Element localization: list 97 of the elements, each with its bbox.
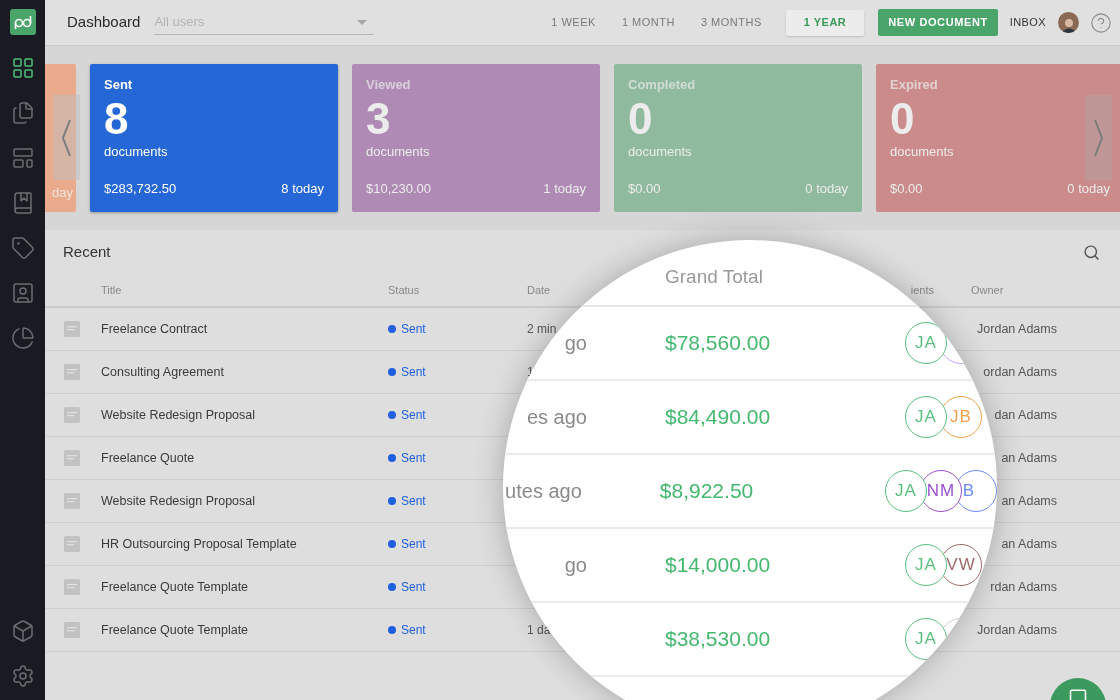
status-label: Sent (401, 321, 426, 338)
date-cell-text: es ago (526, 405, 587, 430)
grand-total-cell-text: $78,560.00 (665, 330, 772, 357)
search-icon[interactable] (1083, 244, 1100, 261)
owner-cell-text: ordan Adams (983, 363, 1057, 381)
next-arrow-button[interactable] (1085, 95, 1112, 180)
column-header: Owner (971, 283, 1005, 299)
card-amount: $0.00 (890, 179, 923, 198)
user-avatar[interactable] (1058, 12, 1079, 33)
owner-cell-text: an Adams (1001, 492, 1057, 510)
document-icon (64, 622, 80, 638)
document-title[interactable]: Freelance Contract (101, 319, 388, 339)
column-header: Title (101, 283, 123, 299)
document-icon (64, 579, 80, 595)
card-count: 0 (890, 96, 915, 141)
status-card[interactable]: Sent 8 documents $283,732.50 8 today (90, 64, 338, 212)
document-title[interactable]: Website Redesign Proposal (101, 491, 388, 511)
column-header: Status (388, 283, 421, 299)
card-today-count: day (52, 183, 73, 202)
card-unit: documents (104, 142, 168, 161)
status-label: Sent (401, 364, 426, 381)
document-icon (64, 321, 80, 337)
card-today-count: 1 today (543, 179, 586, 198)
document-title[interactable]: Consulting Agreement (101, 362, 388, 382)
grand-total-cell-text: $84,490.00 (665, 404, 772, 431)
status-label: Sent (401, 493, 426, 510)
dropdown-caret-icon (357, 19, 368, 25)
card-today-count: 0 today (1067, 179, 1110, 198)
help-icon[interactable] (1090, 11, 1112, 34)
previous-arrow-button[interactable] (53, 95, 80, 180)
document-title[interactable]: Freelance Quote (101, 448, 388, 468)
document-icon (64, 536, 80, 552)
grand-total-cell-text: $38,530.00 (665, 626, 772, 653)
document-title[interactable]: HR Outsourcing Proposal Template (101, 534, 388, 554)
card-count: 8 (104, 96, 129, 141)
column-header: Grand Total (665, 264, 763, 289)
recipient-initials: JA (915, 332, 937, 355)
card-count: 3 (366, 96, 391, 141)
period-tab[interactable]: 1 YEAR (785, 9, 865, 36)
period-tab[interactable]: 1 MONTH (609, 9, 687, 36)
card-count: 0 (628, 96, 653, 141)
owner-cell-text: an Adams (1001, 449, 1057, 467)
date-cell: 2 min (527, 322, 557, 336)
card-title: Completed (628, 76, 696, 94)
page-title: Dashboard (67, 12, 141, 33)
recipient-initials: JB (950, 406, 972, 429)
owner-cell-text: rdan Adams (990, 578, 1057, 596)
date-cell: 1 da (527, 623, 551, 637)
owner-cell-text: Jordan Adams (977, 621, 1057, 639)
recipient-initials: JA (915, 628, 937, 651)
column-header: ients (910, 283, 934, 299)
card-today-count: 8 today (281, 179, 324, 198)
recipient-initials: B (962, 480, 976, 503)
recipient-initials: JA (915, 406, 937, 429)
date-cell-text: utes ago (505, 479, 582, 504)
status-label: Sent (401, 407, 426, 424)
card-unit: documents (366, 142, 430, 161)
document-title[interactable]: Freelance Quote Template (101, 577, 388, 597)
card-title: Viewed (366, 76, 411, 94)
recipient-initials: NM (926, 480, 956, 503)
date-cell-text: go (564, 553, 587, 578)
status-label: Sent (401, 450, 426, 467)
status-label: Sent (401, 536, 426, 553)
owner-cell-text: dan Adams (994, 406, 1057, 424)
document-icon (64, 493, 80, 509)
logo-icon[interactable] (9, 9, 36, 35)
period-tab[interactable]: 3 MONTHS (688, 9, 774, 36)
date-cell-text: go (564, 331, 587, 356)
new-document-button[interactable]: NEW DOCUMENT (878, 9, 998, 36)
document-title[interactable]: Freelance Quote Template (101, 620, 388, 640)
card-amount: $10,230.00 (366, 179, 432, 198)
document-icon (64, 407, 80, 423)
document-icon (64, 364, 80, 380)
inbox-link[interactable]: INBOX (1009, 14, 1046, 31)
recipient-initials: JA (895, 480, 917, 503)
card-unit: documents (890, 142, 954, 161)
owner-cell-text: an Adams (1001, 535, 1057, 553)
document-title[interactable]: Website Redesign Proposal (101, 405, 388, 425)
grand-total-cell-text: $14,000.00 (665, 552, 772, 579)
recipient-initials: JA (915, 554, 937, 577)
status-label: Sent (401, 579, 426, 596)
chevron-right-icon (1094, 118, 1103, 157)
card-title: Sent (104, 76, 133, 94)
column-header: Date (527, 283, 552, 299)
period-tab[interactable]: 1 WEEK (539, 9, 608, 36)
owner-cell-text: Jordan Adams (977, 320, 1057, 338)
card-amount: $283,732.50 (104, 179, 177, 198)
card-amount: $0.00 (628, 179, 661, 198)
recipient-initials: VW (946, 554, 976, 577)
document-icon (64, 450, 80, 466)
status-label: Sent (401, 622, 426, 639)
section-title: Recent (63, 242, 111, 263)
card-today-count: 0 today (805, 179, 848, 198)
grand-total-cell-text: $8,922.50 (659, 478, 755, 505)
card-unit: documents (628, 142, 692, 161)
card-title: Expired (890, 76, 938, 94)
chevron-left-icon (62, 118, 71, 157)
